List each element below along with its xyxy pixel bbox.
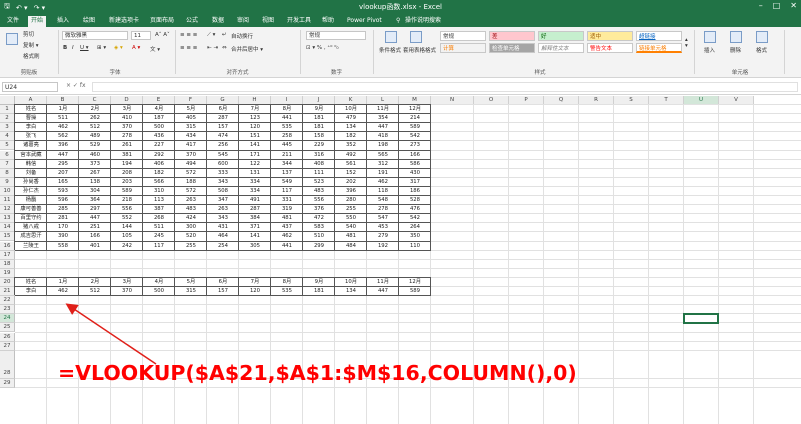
style-calculation[interactable]: 计算 [440,43,486,53]
insert-cells-button[interactable]: 插入 [704,46,715,54]
tab-formulas[interactable]: 公式 [183,16,201,27]
cells-group-label: 单元格 [731,70,749,76]
bold-icon[interactable]: B [63,45,67,51]
ribbon-separator [175,30,176,74]
paste-icon[interactable] [6,33,18,45]
tab-review[interactable]: 审阅 [234,16,252,27]
formula-input[interactable] [92,82,798,92]
tab-view[interactable]: 视图 [259,16,277,27]
style-linked-cell[interactable]: 链接单元格 [636,43,682,53]
window-controls: – □ ✕ [759,1,797,10]
style-explanatory[interactable]: 解释性文本 [538,43,584,53]
borders-icon[interactable]: ⊞ ▾ [97,45,106,51]
ribbon-separator [373,30,374,74]
ribbon-separator [694,30,695,74]
format-cells-button[interactable]: 格式 [756,46,767,54]
fx-icon[interactable]: × ✓ fx [66,82,86,89]
tell-me-search[interactable]: 操作说明搜索 [402,16,444,27]
clipboard-group-label: 剪贴板 [20,70,38,76]
tab-draw[interactable]: 绘图 [80,16,98,27]
ribbon-tabs: 文件 开始 插入 绘图 新建选项卡 页面布局 公式 数据 审阅 视图 开发工具 … [0,14,801,27]
ribbon-separator [784,30,785,74]
title-bar: 🖫 ↶ ▾ ↷ ▾ vlookup函数.xlsx - Excel – □ ✕ [0,0,801,14]
tab-developer[interactable]: 开发工具 [284,16,314,27]
close-icon[interactable]: ✕ [790,1,797,10]
top-align-icon[interactable]: ≡ ≡ ≡ [180,32,197,38]
style-hyperlink[interactable]: 超链接 [636,31,682,41]
tab-page-layout[interactable]: 页面布局 [147,16,177,27]
format-as-table-button[interactable]: 套用表格格式 [403,46,436,54]
style-neutral[interactable]: 适中 [587,31,633,41]
format-painter-button[interactable]: 格式刷 [23,52,40,60]
font-name-select[interactable]: 微软雅黑 [62,31,128,40]
copy-button[interactable]: 复制 ▾ [23,41,39,49]
conditional-format-button[interactable]: 条件格式 [379,46,401,54]
tab-data[interactable]: 数据 [209,16,227,27]
orientation-icon[interactable]: ⟋ ▾ [207,32,215,39]
name-box[interactable]: U24 [2,82,58,92]
italic-icon[interactable]: I [72,45,74,51]
indent-icon[interactable]: ⇤ ⇥ [207,45,218,51]
format-cells-icon[interactable] [756,31,768,43]
annotation-formula: =VLOOKUP($A$21,$A$1:$M$16,COLUMN(),0) [58,361,577,385]
formula-bar: U24 × ✓ fx [0,79,801,95]
excel-window: 🖫 ↶ ▾ ↷ ▾ vlookup函数.xlsx - Excel – □ ✕ 文… [0,0,801,424]
style-check-cell[interactable]: 检查单元格 [489,43,535,53]
tab-help[interactable]: 帮助 [319,16,337,27]
style-warning[interactable]: 警告文本 [587,43,633,53]
styles-group-label: 样式 [534,70,546,76]
ribbon: 剪切 复制 ▾ 格式刷 剪贴板 微软雅黑 11 A˄ A˅ B I U ▾ ⊞ … [0,27,801,78]
fill-color-icon[interactable]: ◈ ▾ [114,45,123,51]
tab-power-pivot[interactable]: Power Pivot [344,16,385,27]
tab-file[interactable]: 文件 [4,16,22,27]
conditional-format-icon[interactable] [385,31,397,43]
font-group-label: 字体 [109,70,121,76]
format-as-table-icon[interactable] [410,31,422,43]
styles-more-icon[interactable]: ▴ ▾ [685,37,688,49]
number-group-label: 数字 [330,70,342,76]
ribbon-separator [58,30,59,74]
font-grow-shrink-icon[interactable]: A˄ A˅ [155,32,170,38]
cut-button[interactable]: 剪切 [23,30,34,38]
style-normal[interactable]: 常规 [440,31,486,41]
merge-center-button[interactable]: 合并后居中 ▾ [231,45,263,53]
tab-home[interactable]: 开始 [28,16,47,27]
delete-cells-button[interactable]: 删除 [730,46,741,54]
alignment-group-label: 对齐方式 [226,70,249,76]
minimize-icon[interactable]: – [759,1,763,10]
delete-cells-icon[interactable] [730,31,742,43]
merge-icon[interactable]: ⇔ [222,45,227,51]
window-title: vlookup函数.xlsx - Excel [359,3,442,11]
underline-icon[interactable]: U ▾ [80,45,89,51]
number-format-select[interactable]: 常规 [306,31,366,40]
style-bad[interactable]: 差 [489,31,535,41]
maximize-icon[interactable]: □ [773,1,781,10]
ribbon-separator [300,30,301,74]
wrap-text-button[interactable]: 自动换行 [231,32,253,40]
wrap-text-icon[interactable]: ↵ [222,32,227,38]
align-left-icon[interactable]: ≡ ≡ ≡ [180,45,197,51]
phonetic-icon[interactable]: 文 ▾ [150,45,160,53]
tab-insert[interactable]: 插入 [54,16,72,27]
style-good[interactable]: 好 [538,31,584,41]
insert-cells-icon[interactable] [704,31,716,43]
worksheet-grid[interactable]: ABCDEFGHIJKLMNOPQRSTUV 1 2 3 4 5 6 7 8 9 10 11 12 13… [0,96,801,424]
font-size-select[interactable]: 11 [131,31,151,40]
tab-new[interactable]: 新建选项卡 [106,16,142,27]
currency-icon[interactable]: ⊡ ▾ % , ⁺⁰ ⁰₀ [306,45,339,51]
font-color-icon[interactable]: A ▾ [132,45,140,51]
